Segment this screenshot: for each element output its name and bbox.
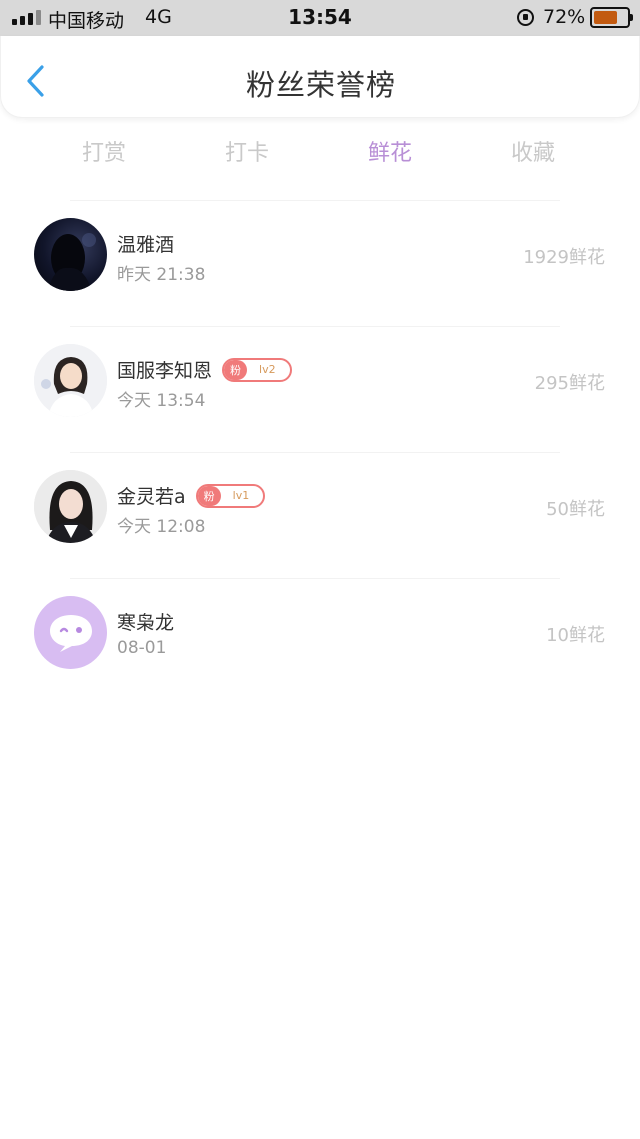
fan-name: 温雅酒 <box>117 234 175 256</box>
list-item[interactable]: 金灵若a 粉 lv1 今天 12:08 50鲜花 <box>0 452 640 578</box>
fan-name: 国服李知恩 <box>117 360 213 382</box>
avatar[interactable] <box>34 218 107 291</box>
fan-badge-level: lv1 <box>232 489 250 502</box>
list-item[interactable]: 国服李知恩 粉 lv2 今天 13:54 295鲜花 <box>0 326 640 452</box>
fan-badge-tag: 粉 <box>224 359 248 380</box>
tab-daka[interactable]: 打卡 <box>187 135 307 167</box>
tab-dashang[interactable]: 打赏 <box>44 135 164 167</box>
status-bar: 中国移动 4G 13:54 72% <box>0 0 640 36</box>
divider <box>70 326 560 327</box>
flower-count: 50鲜花 <box>546 499 605 520</box>
fan-time: 今天 12:08 <box>117 517 206 537</box>
avatar[interactable] <box>34 596 107 669</box>
fan-name: 寒枭龙 <box>117 612 175 634</box>
flower-count: 1929鲜花 <box>523 247 605 268</box>
list-item[interactable]: 寒枭龙 08-01 10鲜花 <box>0 578 640 704</box>
fan-time: 昨天 21:38 <box>117 265 206 285</box>
avatar[interactable] <box>34 344 107 417</box>
rotation-lock-icon <box>517 9 534 26</box>
divider <box>70 578 560 579</box>
tab-xianhua[interactable]: 鲜花 <box>330 135 450 167</box>
fan-time: 08-01 <box>117 638 167 658</box>
fan-badge-level: lv2 <box>259 363 276 376</box>
divider <box>70 200 560 201</box>
flower-count: 10鲜花 <box>546 625 605 646</box>
nav-header: 粉丝荣誉榜 <box>0 36 640 118</box>
battery-percent: 72% <box>543 6 586 28</box>
fan-time: 今天 13:54 <box>117 391 206 411</box>
fan-level-badge: 粉 lv1 <box>195 483 266 508</box>
list-item[interactable]: 温雅酒 昨天 21:38 1929鲜花 <box>0 200 640 326</box>
divider <box>70 452 560 453</box>
page-title: 粉丝荣誉榜 <box>245 68 396 102</box>
chat-bubble-icon <box>49 614 92 652</box>
battery-icon <box>590 7 633 28</box>
tab-shoucang[interactable]: 收藏 <box>473 135 593 167</box>
flower-count: 295鲜花 <box>534 373 605 394</box>
fan-badge-tag: 粉 <box>197 485 221 506</box>
fan-name: 金灵若a <box>117 486 186 508</box>
fan-level-badge: 粉 lv2 <box>222 357 292 382</box>
tab-bar: 打赏 打卡 鲜花 收藏 <box>0 130 640 170</box>
avatar[interactable] <box>34 470 107 543</box>
